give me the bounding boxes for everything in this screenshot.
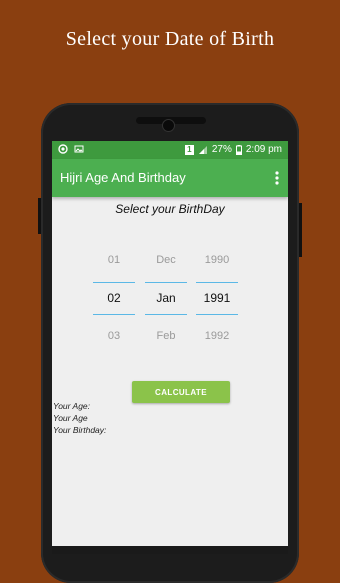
month-prev[interactable]: Dec	[145, 254, 187, 266]
month-divider-top	[145, 282, 187, 283]
year-selected[interactable]: 1991	[196, 291, 238, 305]
day-selected[interactable]: 02	[93, 291, 135, 305]
age-label-secondary: Your Age	[53, 413, 88, 423]
promo-title: Select your Date of Birth	[65, 28, 275, 50]
phone-frame: 1 27% 2:09 pm Hijri Age And Birthday Sel…	[38, 103, 302, 583]
month-selected[interactable]: Jan	[145, 291, 187, 305]
birthday-label: Your Birthday:	[53, 425, 107, 435]
age-label: Your Age:	[53, 401, 91, 411]
phone-screen: 1 27% 2:09 pm Hijri Age And Birthday Sel…	[52, 141, 288, 554]
month-next[interactable]: Feb	[145, 330, 187, 342]
power-button	[38, 198, 41, 234]
day-divider-bottom	[93, 314, 135, 315]
day-next[interactable]: 03	[93, 330, 135, 342]
calculate-button[interactable]: CALCULATE	[132, 381, 230, 403]
year-divider-top	[196, 282, 238, 283]
year-next[interactable]: 1992	[196, 330, 238, 342]
year-picker[interactable]: 1990 1991 1992	[196, 254, 238, 344]
day-prev[interactable]: 01	[93, 254, 135, 266]
navigation-bar	[52, 546, 288, 554]
day-picker[interactable]: 01 02 03	[93, 254, 135, 344]
year-prev[interactable]: 1990	[196, 254, 238, 266]
date-picker: 01 02 03 Dec Jan Feb 1990 1991 1992	[52, 141, 288, 381]
day-divider-top	[93, 282, 135, 283]
front-camera	[162, 119, 175, 132]
month-divider-bottom	[145, 314, 187, 315]
year-divider-bottom	[196, 314, 238, 315]
volume-button	[299, 203, 302, 257]
month-picker[interactable]: Dec Jan Feb	[145, 254, 187, 344]
